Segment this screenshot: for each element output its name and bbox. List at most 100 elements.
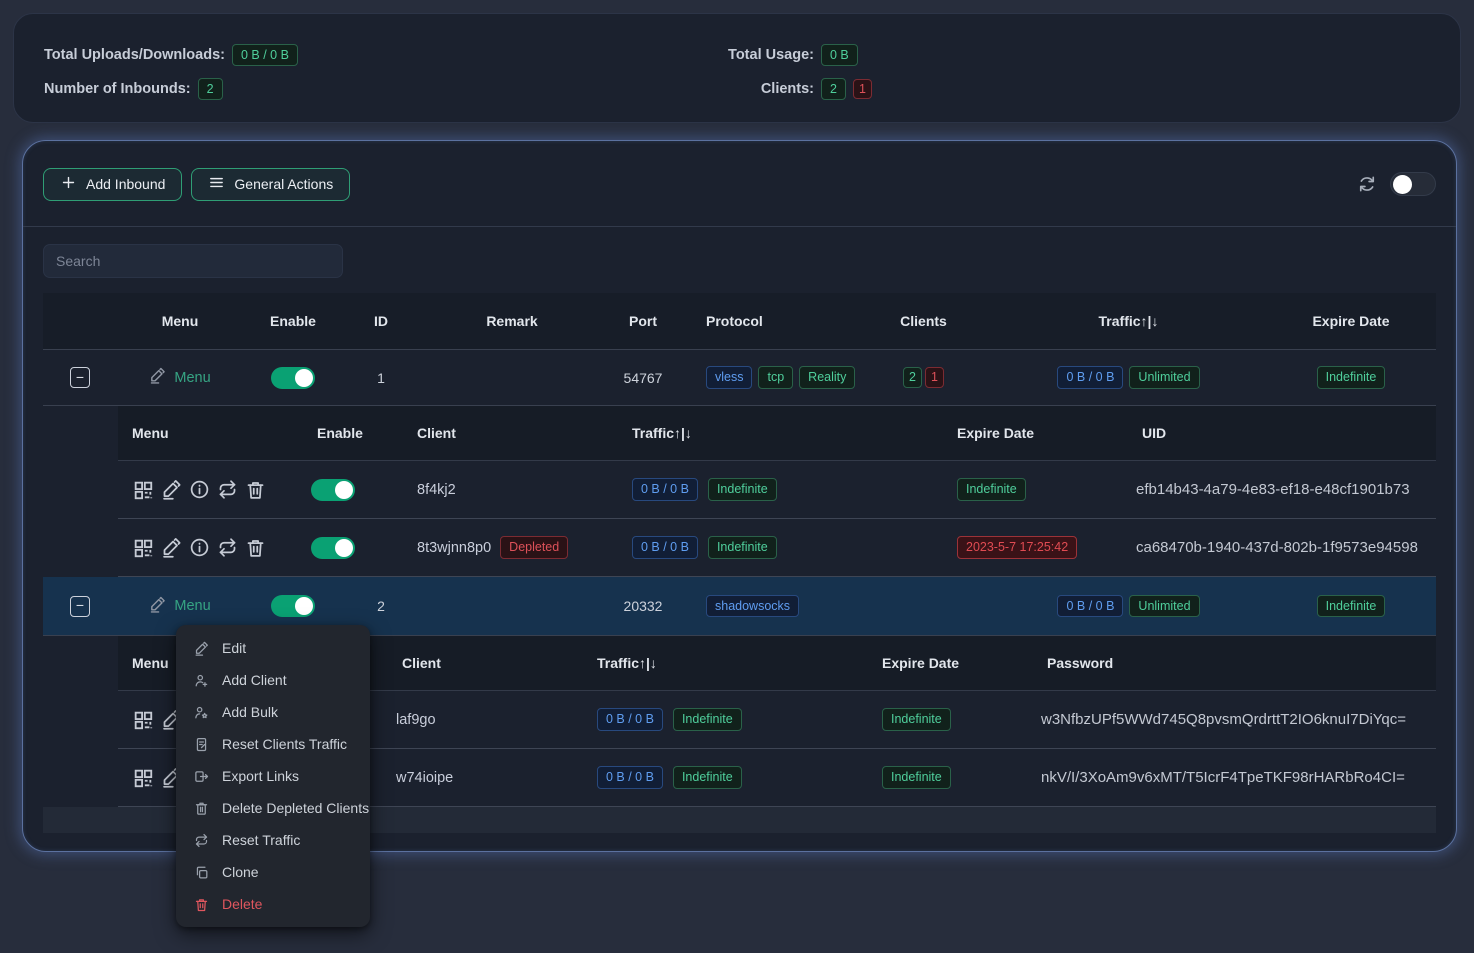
client-name: laf9go bbox=[388, 712, 583, 728]
security-tag: Reality bbox=[799, 366, 855, 388]
add-client-icon bbox=[194, 673, 209, 688]
header-traffic-sort[interactable]: Traffic↑|↓ bbox=[991, 313, 1266, 329]
add-bulk-icon bbox=[194, 705, 209, 720]
info-icon[interactable] bbox=[189, 479, 210, 500]
client-row: 8f4kj2 0 B / 0 B Indefinite Indefinite e… bbox=[118, 461, 1436, 519]
traffic-limit-badge: Unlimited bbox=[1129, 595, 1199, 617]
header-client: Client bbox=[403, 425, 618, 441]
stat-value-badge: 2 bbox=[198, 78, 223, 100]
traffic-badge: 0 B / 0 B bbox=[1057, 595, 1123, 617]
stat-number-of-inbounds: Number of Inbounds: 2 bbox=[44, 78, 702, 100]
clients-active-badge: 2 bbox=[821, 78, 846, 100]
header-password: Password bbox=[1033, 655, 1436, 671]
client-uid: efb14b43-4a79-4e83-ef18-e48cf1901b73 bbox=[1128, 481, 1436, 498]
expire-badge: Indefinite bbox=[882, 766, 951, 788]
header-client: Client bbox=[388, 655, 583, 671]
traffic-limit-badge: Unlimited bbox=[1129, 366, 1199, 388]
client-password: nkV/I/3XoAm9v6xMT/T5IcrF4TpeTKF98rHARbRo… bbox=[1033, 769, 1436, 786]
edit-pencil-icon[interactable] bbox=[161, 479, 182, 500]
traffic-badge: 0 B / 0 B bbox=[1057, 366, 1123, 388]
client-enable-toggle[interactable] bbox=[311, 537, 355, 559]
header-enable: Enable bbox=[303, 425, 403, 441]
header-uid: UID bbox=[1128, 425, 1436, 441]
context-menu-item-reset-traffic[interactable]: Reset Traffic bbox=[176, 824, 370, 856]
header-protocol: Protocol bbox=[681, 313, 856, 329]
stat-total-uploads-downloads: Total Uploads/Downloads: 0 B / 0 B bbox=[44, 44, 702, 66]
header-expire-date: Expire Date bbox=[1266, 313, 1436, 329]
qrcode-icon[interactable] bbox=[132, 537, 154, 559]
general-actions-button[interactable]: General Actions bbox=[191, 168, 350, 201]
inbounds-table-header: Menu Enable ID Remark Port Protocol Clie… bbox=[43, 293, 1436, 350]
header-traffic-sort[interactable]: Traffic↑|↓ bbox=[583, 655, 868, 671]
reset-traffic-icon[interactable] bbox=[217, 537, 238, 558]
stats-panel: Total Uploads/Downloads: 0 B / 0 B Numbe… bbox=[13, 13, 1461, 123]
add-inbound-label: Add Inbound bbox=[86, 176, 165, 192]
add-inbound-button[interactable]: Add Inbound bbox=[43, 168, 182, 201]
client-name: w74ioipe bbox=[388, 770, 583, 786]
qrcode-icon[interactable] bbox=[132, 767, 154, 789]
traffic-limit-badge: Indefinite bbox=[673, 766, 742, 788]
expire-badge: 2023-5-7 17:25:42 bbox=[957, 536, 1077, 558]
collapse-row-button[interactable]: − bbox=[70, 596, 90, 617]
client-name: 8t3wjnn8p0 bbox=[417, 540, 491, 556]
context-menu-item-add-bulk[interactable]: Add Bulk bbox=[176, 696, 370, 728]
traffic-badge: 0 B / 0 B bbox=[632, 536, 698, 558]
client-uid: ca68470b-1940-437d-802b-1f9573e94598 bbox=[1128, 539, 1436, 556]
inbound-menu-link[interactable]: Menu bbox=[149, 367, 210, 388]
inbound-enable-toggle[interactable] bbox=[271, 367, 315, 389]
header-expire-date: Expire Date bbox=[868, 655, 1033, 671]
delete-client-icon[interactable] bbox=[245, 479, 266, 500]
context-menu-item-reset-clients-traffic[interactable]: Reset Clients Traffic bbox=[176, 728, 370, 760]
traffic-badge: 0 B / 0 B bbox=[597, 766, 663, 788]
reset-traffic-icon bbox=[194, 833, 209, 848]
header-enable: Enable bbox=[243, 313, 343, 329]
context-menu-item-clone[interactable]: Clone bbox=[176, 856, 370, 888]
collapse-row-button[interactable]: − bbox=[70, 367, 90, 388]
context-menu-item-export-links[interactable]: Export Links bbox=[176, 760, 370, 792]
qrcode-icon[interactable] bbox=[132, 709, 154, 731]
context-menu-item-edit[interactable]: Edit bbox=[176, 632, 370, 664]
search-input[interactable] bbox=[43, 244, 343, 278]
header-traffic-sort[interactable]: Traffic↑|↓ bbox=[618, 425, 943, 441]
client-enable-toggle[interactable] bbox=[311, 479, 355, 501]
client-password: w3NfbzUPf5WWd745Q8pvsmQrdrttT2IO6knuI7Di… bbox=[1033, 711, 1436, 728]
delete-client-icon[interactable] bbox=[245, 537, 266, 558]
context-menu-item-delete[interactable]: Delete bbox=[176, 888, 370, 920]
traffic-limit-badge: Indefinite bbox=[673, 708, 742, 730]
stat-label: Clients: bbox=[702, 81, 814, 97]
client-table-vless: Menu Enable Client Traffic↑|↓ Expire Dat… bbox=[118, 406, 1436, 577]
reset-clients-traffic-icon bbox=[194, 737, 209, 752]
edit-icon bbox=[194, 641, 209, 656]
traffic-badge: 0 B / 0 B bbox=[632, 478, 698, 500]
traffic-limit-badge: Indefinite bbox=[708, 536, 777, 558]
context-menu-item-delete-depleted-clients[interactable]: Delete Depleted Clients bbox=[176, 792, 370, 824]
reset-traffic-icon[interactable] bbox=[217, 479, 238, 500]
theme-toggle[interactable] bbox=[1390, 172, 1436, 196]
inbound-context-menu: Edit Add Client Add Bulk Reset Clients T… bbox=[176, 625, 370, 927]
export-links-icon bbox=[194, 769, 209, 784]
expire-badge: Indefinite bbox=[1317, 595, 1386, 617]
info-icon[interactable] bbox=[189, 537, 210, 558]
protocol-tag: shadowsocks bbox=[706, 595, 799, 617]
refresh-icon[interactable] bbox=[1357, 174, 1377, 194]
stat-total-usage: Total Usage: 0 B bbox=[702, 44, 872, 66]
edit-pencil-icon[interactable] bbox=[161, 537, 182, 558]
traffic-badge: 0 B / 0 B bbox=[597, 708, 663, 730]
stat-label: Total Usage: bbox=[702, 47, 814, 63]
clients-depleted-badge: 1 bbox=[853, 79, 872, 99]
inbound-menu-link[interactable]: Menu bbox=[149, 596, 210, 617]
header-menu: Menu bbox=[118, 425, 303, 441]
inbound-enable-toggle[interactable] bbox=[271, 595, 315, 617]
context-menu-item-add-client[interactable]: Add Client bbox=[176, 664, 370, 696]
stat-label: Number of Inbounds: bbox=[44, 81, 191, 97]
clients-depleted-badge: 1 bbox=[925, 367, 944, 387]
inbound-id: 1 bbox=[343, 370, 419, 386]
general-actions-label: General Actions bbox=[234, 176, 333, 192]
toolbar: Add Inbound General Actions bbox=[43, 167, 1436, 201]
stat-clients: Clients: 2 1 bbox=[702, 78, 872, 100]
header-expire-date: Expire Date bbox=[943, 425, 1128, 441]
client-table-header: Menu Enable Client Traffic↑|↓ Expire Dat… bbox=[118, 406, 1436, 461]
qrcode-icon[interactable] bbox=[132, 479, 154, 501]
inbound-id: 2 bbox=[343, 598, 419, 614]
inbound-menu-label: Menu bbox=[174, 598, 210, 614]
